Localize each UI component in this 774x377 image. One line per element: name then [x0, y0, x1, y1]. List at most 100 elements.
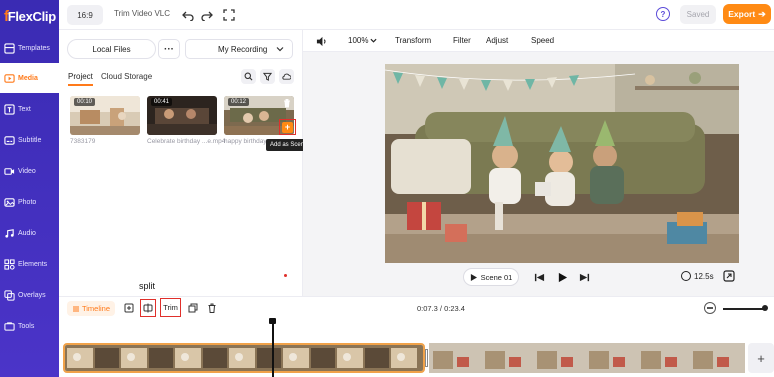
zoom-out-button[interactable]: [704, 302, 716, 314]
sidebar-item-audio[interactable]: Audio: [0, 218, 59, 248]
undo-icon[interactable]: [181, 8, 195, 22]
sidebar-item-text[interactable]: Text: [0, 94, 59, 124]
elements-icon: [4, 258, 15, 270]
scene-duration[interactable]: 12.5s: [681, 271, 714, 281]
local-files-button[interactable]: Local Files: [67, 39, 156, 59]
app-root: f FlexClip Templates Media Text Subtitle …: [0, 0, 774, 377]
cloud-button[interactable]: [279, 69, 294, 84]
timeline-toolbar: Timeline Trim 0:07.3 / 0:23.4: [59, 296, 774, 318]
trim-button[interactable]: Trim: [160, 298, 181, 317]
sidebar-item-label: Overlays: [18, 291, 46, 299]
sidebar-item-label: Text: [18, 105, 31, 113]
zoom-value: 100%: [348, 36, 369, 45]
fullscreen-icon[interactable]: [723, 270, 735, 282]
add-box-icon: [124, 303, 134, 313]
add-as-scene-button[interactable]: +: [279, 119, 296, 135]
sidebar: f FlexClip Templates Media Text Subtitle …: [0, 0, 59, 377]
timeline-toggle-button[interactable]: Timeline: [67, 301, 115, 316]
split-button[interactable]: [140, 299, 156, 317]
media-icon: [4, 73, 15, 83]
next-clip[interactable]: [429, 343, 745, 373]
sidebar-item-label: Photo: [18, 198, 37, 206]
tab-project[interactable]: Project: [68, 72, 93, 86]
play-button[interactable]: [555, 270, 569, 284]
more-options-button[interactable]: ···: [158, 39, 180, 59]
sidebar-item-templates[interactable]: Templates: [0, 33, 59, 63]
skip-back-icon: [534, 273, 544, 281]
subtitle-icon: [4, 135, 15, 145]
playhead[interactable]: [272, 318, 274, 377]
fit-screen-icon[interactable]: [222, 8, 236, 22]
overlays-icon: [4, 289, 15, 301]
previous-button[interactable]: [532, 270, 546, 284]
tab-cloud-storage[interactable]: Cloud Storage: [101, 72, 152, 81]
play-small-icon: [470, 273, 477, 281]
trash-icon: [208, 303, 216, 313]
speed-button[interactable]: Speed: [531, 36, 554, 45]
adjust-button[interactable]: Adjust: [486, 36, 508, 45]
media-caption: 7383179: [70, 138, 96, 145]
help-icon[interactable]: ?: [656, 7, 670, 21]
sidebar-item-label: Audio: [18, 229, 36, 237]
media-caption: Celebrate birthday ...e.mp4: [147, 138, 226, 145]
transform-button[interactable]: Transform: [395, 36, 431, 45]
scene-selector[interactable]: Scene 01: [463, 268, 519, 286]
recording-label: My Recording: [218, 44, 268, 54]
timeline-time-readout: 0:07.3 / 0:23.4: [417, 304, 465, 313]
media-thumbnail[interactable]: 00:10: [70, 96, 140, 135]
sidebar-item-overlays[interactable]: Overlays: [0, 280, 59, 310]
media-thumbnail[interactable]: 00:41: [147, 96, 217, 135]
selected-clip[interactable]: [63, 343, 425, 373]
sidebar-item-subtitle[interactable]: Subtitle: [0, 125, 59, 155]
redo-icon[interactable]: [200, 8, 214, 22]
duplicate-button[interactable]: [187, 302, 199, 314]
saved-status-button[interactable]: Saved: [680, 5, 716, 24]
search-button[interactable]: [241, 69, 256, 84]
delete-media-icon[interactable]: [282, 98, 292, 108]
clip-split-handle[interactable]: [425, 349, 428, 367]
playhead-handle[interactable]: [269, 318, 276, 324]
brand-logo[interactable]: f FlexClip: [4, 8, 56, 25]
preview-toolbar: 100% Transform Filter Adjust Speed: [303, 30, 774, 52]
timeline-label: Timeline: [81, 304, 111, 313]
sidebar-item-photo[interactable]: Photo: [0, 187, 59, 217]
project-title[interactable]: Trim Video VLC: [114, 9, 170, 18]
sidebar-item-label: Media: [18, 74, 38, 82]
duration-badge: 00:41: [151, 98, 173, 106]
my-recording-dropdown[interactable]: My Recording: [185, 39, 293, 59]
next-button[interactable]: [577, 270, 591, 284]
scene-duration-value: 12.5s: [694, 271, 714, 281]
sidebar-item-label: Elements: [18, 260, 48, 268]
zoom-slider-track[interactable]: [723, 308, 765, 310]
zoom-dropdown[interactable]: 100%: [348, 36, 377, 45]
aspect-ratio-button[interactable]: 16:9: [67, 5, 103, 25]
photo-icon: [4, 197, 15, 207]
zoom-slider-handle[interactable]: [762, 305, 768, 311]
clip-filmstrip: [429, 343, 745, 373]
video-frame: [385, 64, 739, 263]
video-canvas[interactable]: [385, 64, 739, 263]
volume-icon[interactable]: [316, 36, 327, 47]
sidebar-item-label: Video: [18, 167, 36, 175]
red-marker-dot: [284, 274, 287, 277]
export-button[interactable]: Export ➔: [723, 4, 771, 24]
sidebar-item-media[interactable]: Media: [0, 63, 59, 93]
add-clip-button[interactable]: +: [748, 343, 774, 373]
top-bar: 16:9 Trim Video VLC ? Saved Export ➔: [59, 0, 774, 30]
filter-button[interactable]: [260, 69, 275, 84]
cloud-icon: [282, 73, 291, 80]
preview-area: 100% Transform Filter Adjust Speed Scene…: [303, 30, 774, 296]
timeline-icon: [72, 306, 79, 311]
sidebar-item-elements[interactable]: Elements: [0, 249, 59, 279]
filter-tool-button[interactable]: Filter: [453, 36, 471, 45]
chevron-down-icon: [370, 38, 377, 43]
clock-icon: [681, 271, 691, 281]
add-scene-button[interactable]: [123, 302, 135, 314]
media-panel: Local Files ··· My Recording Project Clo…: [59, 30, 312, 296]
sidebar-item-label: Subtitle: [18, 136, 42, 144]
delete-button[interactable]: [206, 302, 218, 314]
sidebar-item-video[interactable]: Video: [0, 156, 59, 186]
sidebar-item-tools[interactable]: Tools: [0, 311, 59, 341]
templates-icon: [4, 42, 15, 54]
minus-icon: [707, 307, 713, 309]
